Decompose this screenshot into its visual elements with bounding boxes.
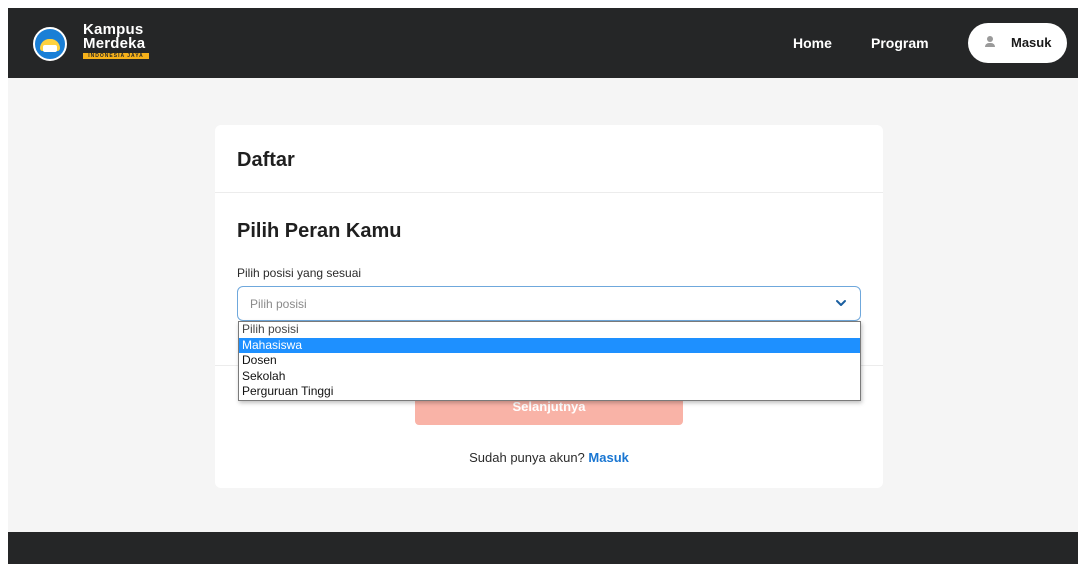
- dropdown-option-mahasiswa[interactable]: Mahasiswa: [239, 337, 860, 354]
- dropdown-option-dosen[interactable]: Dosen: [239, 353, 860, 369]
- login-button-label: Masuk: [1011, 35, 1052, 50]
- login-prompt: Sudah punya akun? Masuk: [215, 450, 883, 466]
- dropdown-option-placeholder[interactable]: Pilih posisi: [239, 322, 860, 338]
- dropdown-option-perguruan-tinggi[interactable]: Perguruan Tinggi: [239, 384, 860, 400]
- logo[interactable]: Kampus Merdeka INDONESIA JAYA: [83, 22, 163, 63]
- user-icon: [985, 36, 995, 48]
- section-title: Pilih Peran Kamu: [237, 220, 402, 242]
- dropdown-option-sekolah[interactable]: Sekolah: [239, 369, 860, 385]
- login-button[interactable]: Masuk: [968, 23, 1067, 63]
- role-select-value: Pilih posisi: [250, 297, 307, 311]
- card-title: Daftar: [237, 149, 295, 171]
- chevron-down-icon: [835, 296, 847, 308]
- divider: [215, 192, 883, 193]
- logo-tagline: INDONESIA JAYA: [83, 53, 149, 59]
- role-dropdown-list[interactable]: Pilih posisi Mahasiswa Dosen Sekolah Per…: [238, 321, 861, 401]
- logo-emblem-icon[interactable]: [33, 27, 67, 61]
- login-link[interactable]: Masuk: [588, 450, 628, 465]
- role-select[interactable]: Pilih posisi: [237, 286, 861, 321]
- login-prompt-text: Sudah punya akun?: [469, 450, 585, 465]
- nav-program-link[interactable]: Program: [871, 35, 929, 51]
- page-frame: Kampus Merdeka INDONESIA JAYA Home Progr…: [8, 8, 1078, 564]
- footer-bar: [8, 532, 1078, 564]
- navbar: Kampus Merdeka INDONESIA JAYA Home Progr…: [8, 8, 1078, 78]
- role-select-label: Pilih posisi yang sesuai: [237, 266, 362, 280]
- register-card: Daftar Pilih Peran Kamu Pilih posisi yan…: [215, 125, 883, 488]
- nav-home-link[interactable]: Home: [793, 35, 832, 51]
- logo-line-2: Merdeka: [83, 35, 146, 52]
